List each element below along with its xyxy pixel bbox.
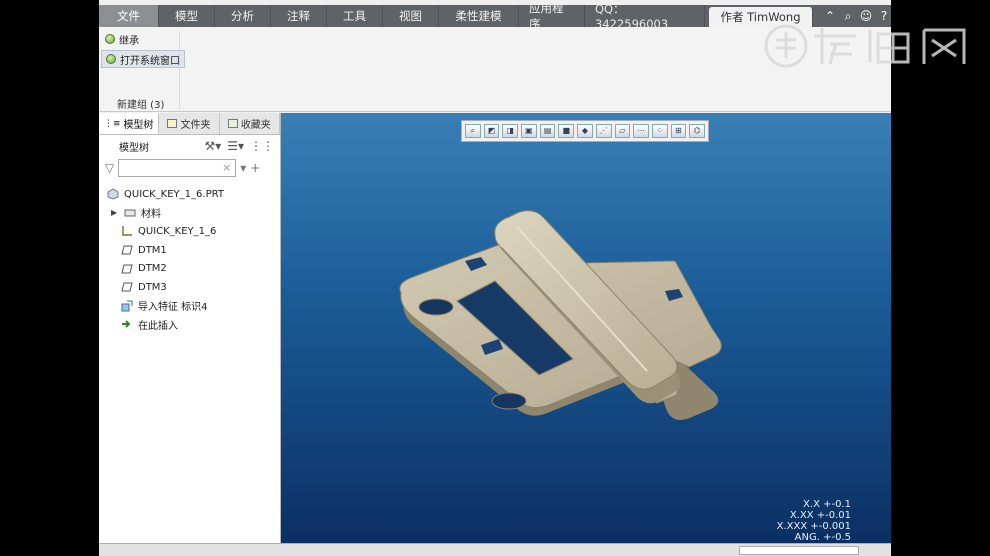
panel-toolbar: 模型树 ⚒▾ ☰▾ ⋮⋮ bbox=[99, 135, 280, 157]
tree-item-label: 导入特征 标识4 bbox=[138, 302, 208, 314]
tolerance-line: X.XXX +-0.001 bbox=[776, 521, 851, 532]
tree-item-dtm2[interactable]: DTM2 bbox=[99, 259, 280, 278]
inherit-button[interactable]: 继承 bbox=[101, 30, 143, 48]
panel-title: 模型树 bbox=[119, 142, 149, 154]
show-menu-icon[interactable]: ☰▾ bbox=[227, 139, 244, 153]
tree-item-import-feature[interactable]: 导入特征 标识4 bbox=[99, 297, 280, 316]
tree-item-label: QUICK_KEY_1_6 bbox=[138, 225, 217, 237]
tab-annotate[interactable]: 注释 bbox=[271, 5, 327, 27]
graphics-window[interactable]: ⌕ ◩ ◨ ▣ ▤ ■ ◆ ⋰ ▱ ⋯ ⁘ ⊞ ⌬ X.X +-0.1 X.XX… bbox=[281, 113, 891, 543]
tolerance-line: ANG. +-0.5 bbox=[794, 532, 851, 543]
insert-here-icon bbox=[122, 320, 131, 329]
status-message-area bbox=[179, 546, 599, 555]
qq-label: QQ：3422596003 bbox=[585, 2, 705, 31]
tab-favorites[interactable]: 收藏夹 bbox=[220, 113, 280, 134]
tab-tools[interactable]: 工具 bbox=[327, 5, 383, 27]
tree-filter-icon[interactable]: ⋮⋮ bbox=[250, 139, 274, 153]
inherit-icon bbox=[105, 34, 115, 44]
part-icon bbox=[107, 188, 119, 200]
datum-plane-icon bbox=[121, 264, 133, 274]
tree-item-insert-here[interactable]: 在此插入 bbox=[99, 315, 280, 334]
tree-item-label: DTM3 bbox=[138, 281, 167, 293]
group-separator bbox=[179, 31, 180, 109]
clear-icon[interactable]: × bbox=[222, 161, 231, 174]
model-tree: QUICK_KEY_1_6.PRT ▶ 材料 QUICK_KEY_1_6 DTM… bbox=[99, 179, 280, 334]
open-system-window-label: 打开系统窗口 bbox=[120, 55, 180, 67]
part-model[interactable] bbox=[281, 113, 891, 543]
tolerance-line: X.XX +-0.01 bbox=[789, 510, 851, 521]
tab-flexible-modeling[interactable]: 柔性建模 bbox=[439, 5, 519, 27]
tab-model-tree-label: 模型树 bbox=[123, 120, 154, 131]
tree-icon: ⋮≡ bbox=[103, 118, 121, 129]
tree-item-dtm1[interactable]: DTM1 bbox=[99, 241, 280, 260]
favorites-icon bbox=[227, 119, 238, 128]
material-icon bbox=[124, 209, 136, 217]
tab-model[interactable]: 模型 bbox=[159, 5, 215, 27]
tab-file[interactable]: 文件 bbox=[99, 5, 159, 27]
tree-item-dtm3[interactable]: DTM3 bbox=[99, 278, 280, 297]
folder-icon bbox=[167, 119, 178, 128]
filter-row: ▽ × ▾ + bbox=[99, 157, 280, 179]
tolerance-line: X.X +-0.1 bbox=[803, 499, 851, 510]
tab-folder-label: 文件夹 bbox=[180, 120, 211, 131]
status-bar bbox=[99, 543, 891, 556]
tree-item-label: 材料 bbox=[141, 209, 161, 221]
dropdown-icon[interactable]: ▾ bbox=[240, 161, 246, 175]
tree-item-label: DTM1 bbox=[138, 244, 167, 256]
tree-item-csys[interactable]: QUICK_KEY_1_6 bbox=[99, 222, 280, 241]
system-window-icon bbox=[106, 54, 116, 64]
logo-icon bbox=[764, 24, 966, 68]
tab-model-tree[interactable]: ⋮≡ 模型树 bbox=[99, 113, 160, 134]
tree-item-part[interactable]: QUICK_KEY_1_6.PRT bbox=[99, 185, 280, 204]
datum-plane-icon bbox=[121, 282, 133, 292]
tab-analysis[interactable]: 分析 bbox=[215, 5, 271, 27]
import-feature-icon bbox=[121, 300, 133, 312]
tab-favorites-label: 收藏夹 bbox=[240, 120, 271, 131]
settings-tool-icon[interactable]: ⚒▾ bbox=[204, 139, 221, 153]
add-icon[interactable]: + bbox=[250, 161, 260, 175]
model-tree-panel: ⋮≡ 模型树 文件夹 收藏夹 模型树 ⚒▾ ☰▾ ⋮⋮ ▽ × ▾ + QUIC… bbox=[99, 113, 281, 543]
tree-item-material[interactable]: ▶ 材料 bbox=[99, 204, 280, 223]
tree-item-label: 在此插入 bbox=[138, 320, 178, 332]
tab-view[interactable]: 视图 bbox=[383, 5, 439, 27]
tree-item-label: QUICK_KEY_1_6.PRT bbox=[124, 188, 224, 200]
search-input[interactable]: × bbox=[118, 159, 237, 177]
tree-item-label: DTM2 bbox=[138, 263, 167, 275]
tab-folder-browser[interactable]: 文件夹 bbox=[159, 113, 220, 134]
tolerance-table: X.X +-0.1 X.XX +-0.01 X.XXX +-0.001 ANG.… bbox=[777, 499, 851, 543]
tab-applications[interactable]: 应用程序 bbox=[519, 1, 585, 31]
datum-plane-icon bbox=[121, 245, 133, 255]
application-window: 文件 模型 分析 注释 工具 视图 柔性建模 应用程序 QQ：342259600… bbox=[99, 0, 891, 556]
selection-filter-box[interactable] bbox=[739, 546, 859, 555]
csys-icon bbox=[122, 226, 132, 237]
filter-icon[interactable]: ▽ bbox=[105, 161, 114, 175]
group-label: 新建组 (3) bbox=[117, 100, 165, 111]
inherit-label: 继承 bbox=[119, 35, 139, 47]
panel-tabs: ⋮≡ 模型树 文件夹 收藏夹 bbox=[99, 113, 280, 135]
expand-icon[interactable]: ▶ bbox=[111, 208, 119, 217]
open-system-window-button[interactable]: 打开系统窗口 bbox=[101, 50, 185, 68]
